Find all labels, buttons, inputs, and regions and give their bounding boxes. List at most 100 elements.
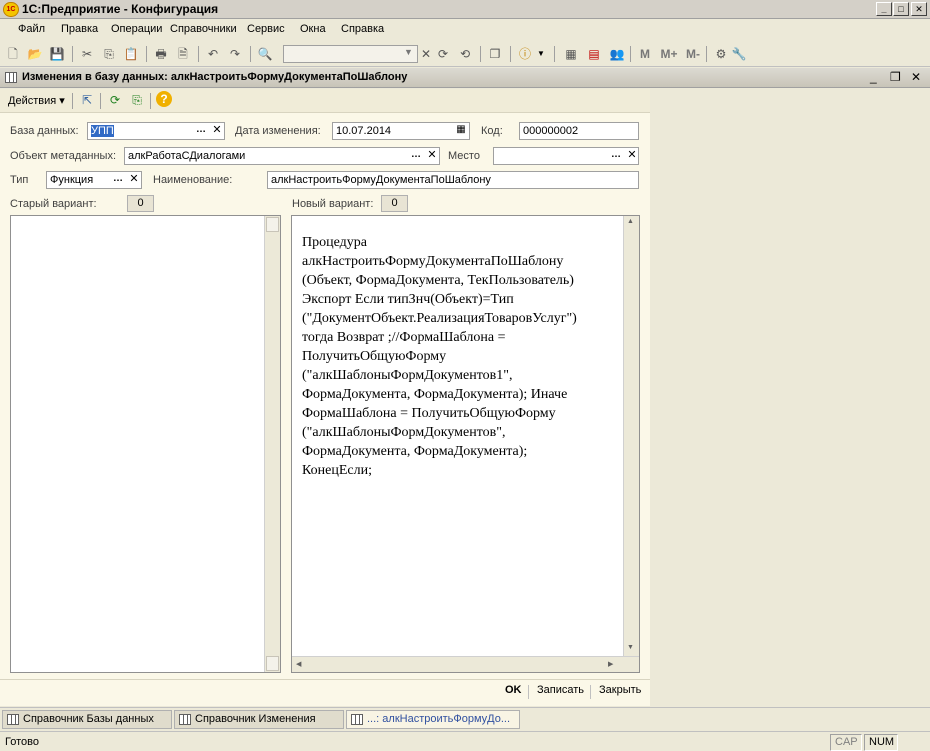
db-clear-button[interactable]: ✕	[209, 123, 225, 139]
old-variant-scrollbar[interactable]	[264, 216, 280, 672]
users-icon[interactable]: 👥	[608, 45, 626, 63]
close-form-button[interactable]: Закрыть	[599, 684, 641, 696]
name-label: Наименование:	[153, 174, 233, 186]
minimize-button[interactable]: _	[876, 2, 892, 16]
new-variant-code: Процедура алкНастроитьФормуДокументаПоШа…	[302, 235, 577, 478]
copy-icon[interactable]: ⎘	[100, 45, 118, 63]
window-titlebar: 1С 1С:Предприятие - Конфигурация _ □ ✕	[0, 0, 930, 19]
memory-plus-button[interactable]: M+	[658, 45, 680, 63]
changes-form: Действия ▾ ⇱ ⟳ ⎘ ? База данных: УПП … ✕ …	[0, 89, 650, 706]
find-next-icon[interactable]: ⟳	[434, 45, 452, 63]
type-select-button[interactable]: …	[110, 172, 126, 188]
redo-icon[interactable]: ↷	[226, 45, 244, 63]
paste-icon[interactable]: 📋	[122, 45, 140, 63]
type-clear-button[interactable]: ✕	[126, 172, 142, 188]
table-icon	[7, 714, 19, 725]
menu-operations[interactable]: Операции	[111, 23, 162, 35]
form-toolbar: Действия ▾ ⇱ ⟳ ⎘ ?	[0, 89, 650, 113]
copy-document-icon[interactable]: ⎘	[128, 91, 146, 109]
metadata-field[interactable]: алкРаботаСДиалогами	[124, 147, 440, 165]
print-preview-icon[interactable]: 🗎	[174, 45, 192, 63]
search-clear-icon[interactable]: ✕	[417, 45, 435, 63]
info-icon[interactable]: ⓘ	[516, 45, 534, 63]
new-variant-vscrollbar[interactable]: ▲ ▼	[623, 216, 639, 656]
cut-icon[interactable]: ✂	[78, 45, 96, 63]
task-changes-catalog[interactable]: Справочник Изменения	[174, 710, 344, 729]
table-icon	[5, 72, 17, 83]
close-button[interactable]: ✕	[911, 2, 927, 16]
num-indicator: NUM	[864, 734, 898, 751]
menu-bar: Файл Правка Операции Справочники Сервис …	[0, 20, 930, 40]
menu-service[interactable]: Сервис	[247, 23, 285, 35]
place-select-button[interactable]: …	[608, 148, 624, 164]
metadata-clear-button[interactable]: ✕	[424, 148, 440, 164]
window-taskbar: Справочник Базы данных Справочник Измене…	[0, 707, 930, 730]
task-current-form[interactable]: ...: алкНастроитьФормуДо...	[346, 710, 520, 729]
new-variant-count-button[interactable]: 0	[381, 195, 408, 212]
menu-edit[interactable]: Правка	[61, 23, 98, 35]
search-input[interactable]	[283, 45, 418, 63]
scroll-up-icon[interactable]: ▲	[627, 218, 634, 225]
calendar-picker-icon[interactable]: ▦	[453, 123, 469, 139]
menu-file[interactable]: Файл	[18, 23, 45, 35]
old-variant-count-button[interactable]: 0	[127, 195, 154, 212]
maximize-button[interactable]: □	[893, 2, 909, 16]
task-db-catalog[interactable]: Справочник Базы данных	[2, 710, 172, 729]
memory-minus-button[interactable]: M-	[682, 45, 704, 63]
name-field[interactable]: алкНастроитьФормуДокументаПоШаблону	[267, 171, 639, 189]
open-folder-icon[interactable]: 📂	[26, 45, 44, 63]
code-field[interactable]: 000000002	[519, 122, 639, 140]
db-label: База данных:	[10, 125, 79, 137]
main-toolbar: 🗋 📂 💾 ✂ ⎘ 📋 🖶 🗎 ↶ ↷ 🔍 ▼ ✕ ⟳ ⟲ ❐ ⓘ ▼ ▦ ▤ …	[0, 41, 930, 67]
save-icon[interactable]: 💾	[48, 45, 66, 63]
info-dropdown-icon[interactable]: ▼	[537, 49, 545, 58]
new-variant-label: Новый вариант:	[292, 198, 374, 210]
metadata-select-button[interactable]: …	[408, 148, 424, 164]
place-clear-button[interactable]: ✕	[624, 148, 640, 164]
refresh-icon[interactable]: ⟳	[106, 91, 124, 109]
window-title: 1С:Предприятие - Конфигурация	[22, 2, 219, 16]
child-close-button[interactable]: ✕	[911, 70, 921, 84]
calculator-icon[interactable]: ▦	[562, 45, 580, 63]
db-select-button[interactable]: …	[193, 123, 209, 139]
search-dropdown-icon[interactable]: ▼	[404, 47, 413, 57]
code-label: Код:	[481, 125, 503, 137]
search-icon[interactable]: 🔍	[256, 45, 274, 63]
settings-tools-icon[interactable]: ⚙	[712, 45, 730, 63]
scroll-right-icon[interactable]: ▶	[608, 660, 613, 668]
new-variant-textarea[interactable]: Процедура алкНастроитьФормуДокументаПоШа…	[291, 215, 640, 673]
scroll-left-icon[interactable]: ◀	[296, 660, 301, 668]
child-window-title: Изменения в базу данных: алкНастроитьФор…	[22, 71, 408, 83]
menu-catalogs[interactable]: Справочники	[170, 23, 237, 35]
menu-windows[interactable]: Окна	[300, 23, 326, 35]
save-button[interactable]: Записать	[537, 684, 584, 696]
undo-icon[interactable]: ↶	[204, 45, 222, 63]
old-variant-textarea[interactable]	[10, 215, 281, 673]
app-logo-icon: 1С	[3, 2, 19, 17]
memory-m-button[interactable]: M	[636, 45, 654, 63]
move-up-icon[interactable]: ⇱	[78, 91, 96, 109]
caps-indicator: CAP	[830, 734, 862, 751]
table-icon	[351, 714, 363, 725]
status-bar: Готово CAP NUM	[0, 731, 930, 751]
old-variant-label: Старый вариант:	[10, 198, 97, 210]
new-variant-hscrollbar[interactable]: ◀ ▶	[292, 656, 639, 672]
calendar-icon[interactable]: ▤	[585, 45, 603, 63]
windows-icon[interactable]: ❐	[486, 45, 504, 63]
status-text: Готово	[5, 736, 39, 748]
child-window-titlebar: Изменения в базу данных: алкНастроитьФор…	[0, 68, 930, 88]
date-label: Дата изменения:	[235, 125, 321, 137]
child-restore-button[interactable]: ❐	[890, 70, 901, 84]
date-field[interactable]: 10.07.2014	[332, 122, 470, 140]
new-document-icon[interactable]: 🗋	[4, 45, 22, 63]
help-icon[interactable]: ?	[156, 91, 172, 107]
menu-help[interactable]: Справка	[341, 23, 384, 35]
type-label: Тип	[10, 174, 29, 186]
print-icon[interactable]: 🖶	[152, 45, 170, 63]
child-minimize-button[interactable]: _	[870, 70, 877, 84]
find-prev-icon[interactable]: ⟲	[456, 45, 474, 63]
actions-menu-button[interactable]: Действия ▾	[8, 94, 65, 107]
scroll-down-icon[interactable]: ▼	[627, 644, 634, 651]
ok-button[interactable]: OK	[505, 684, 522, 696]
tools-icon[interactable]: 🔧	[730, 45, 748, 63]
